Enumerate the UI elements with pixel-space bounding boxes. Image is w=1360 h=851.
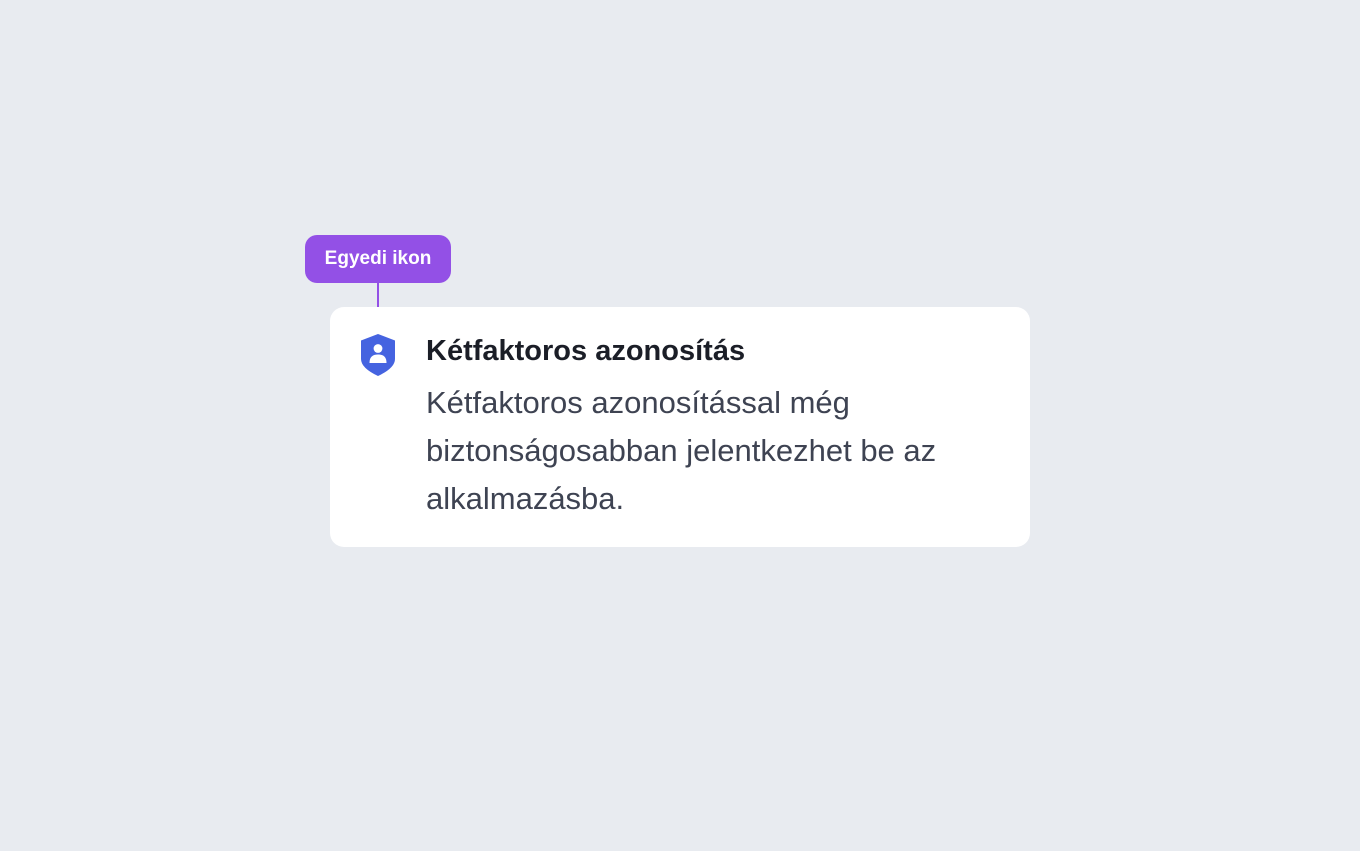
card-title: Kétfaktoros azonosítás: [426, 335, 746, 367]
card-content: Kétfaktoros azonosítás Kétfaktoros azono…: [426, 331, 1016, 523]
card-description: Kétfaktoros azonosítással még biztonságo…: [426, 385, 937, 516]
two-factor-card: Kétfaktoros azonosítás Kétfaktoros azono…: [330, 307, 1030, 547]
shield-user-icon: [359, 333, 397, 377]
annotation-label: Egyedi ikon: [305, 235, 451, 283]
